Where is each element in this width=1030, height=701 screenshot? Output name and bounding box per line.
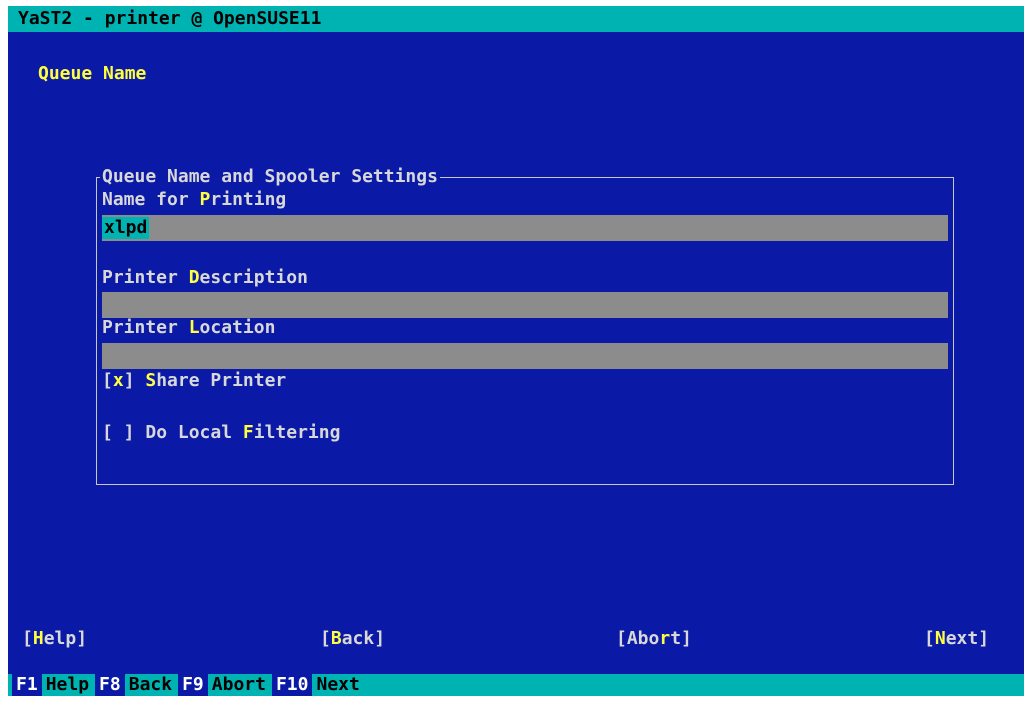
label-text: Name for <box>102 189 200 210</box>
back-button[interactable]: [Back] <box>320 628 385 650</box>
button-hotkey: H <box>32 628 44 649</box>
button-bracket: [ <box>320 628 331 649</box>
terminal-screen: YaST2 - printer @ OpenSUSE11 Queue Name … <box>8 6 1024 696</box>
label-hotkey: L <box>188 317 200 338</box>
fkey-f1[interactable]: F1 <box>12 674 42 696</box>
printer-description-label: Printer Description <box>102 267 308 289</box>
checkbox-mark: x <box>112 370 124 391</box>
fkey-f1-label: Help <box>45 674 90 695</box>
label-text: ocation <box>199 317 276 338</box>
label-text: rinting <box>210 189 287 210</box>
fkey-f10-label: Next <box>316 674 360 695</box>
help-button[interactable]: [Help] <box>22 628 87 650</box>
checkbox-hotkey: F <box>242 422 254 443</box>
name-for-printing-label: Name for Printing <box>102 189 286 211</box>
button-hotkey: r <box>659 628 671 649</box>
fkey-f8[interactable]: F8 <box>95 674 125 696</box>
printer-location-input[interactable] <box>102 343 948 369</box>
local-filtering-checkbox[interactable]: [ ] Do Local Filtering <box>102 422 340 444</box>
fkey-f8-label: Back <box>128 674 173 695</box>
label-text: escription <box>199 267 308 288</box>
button-bracket: [ <box>22 628 33 649</box>
checkbox-label: Do Local <box>145 422 243 443</box>
button-hotkey: N <box>934 628 946 649</box>
button-text: [Abo <box>616 628 660 649</box>
button-text: t] <box>670 628 692 649</box>
fkey-f9[interactable]: F9 <box>178 674 208 696</box>
window-title: YaST2 - printer @ OpenSUSE11 <box>8 6 1024 32</box>
name-for-printing-input[interactable]: xlpd <box>102 215 948 241</box>
button-text: ack] <box>341 628 386 649</box>
settings-frame-title: Queue Name and Spooler Settings <box>100 166 440 188</box>
abort-button[interactable]: [Abort] <box>616 628 692 650</box>
button-bracket: [ <box>924 628 935 649</box>
checkbox-hotkey: S <box>145 370 157 391</box>
label-text: Printer <box>102 317 189 338</box>
printer-description-input[interactable] <box>102 292 948 318</box>
printer-location-label: Printer Location <box>102 317 275 339</box>
checkbox-label: hare Printer <box>156 370 287 391</box>
label-text: Printer <box>102 267 189 288</box>
checkbox-box: [ ] <box>102 422 135 443</box>
dialog-heading: Queue Name <box>38 63 147 84</box>
checkbox-label: iltering <box>253 422 341 443</box>
share-printer-checkbox[interactable]: [x] Share Printer <box>102 370 286 392</box>
button-text: ext] <box>945 628 990 649</box>
name-for-printing-value[interactable]: xlpd <box>102 217 150 239</box>
function-key-bar: F1 Help F8 Back F9 Abort F10 Next <box>8 674 1024 696</box>
label-hotkey: D <box>188 267 200 288</box>
next-button[interactable]: [Next] <box>924 628 989 650</box>
fkey-f10[interactable]: F10 <box>271 674 313 696</box>
checkbox-box: [x] <box>102 370 135 391</box>
fkey-f9-label: Abort <box>211 674 266 695</box>
button-text: elp] <box>43 628 88 649</box>
button-hotkey: B <box>330 628 342 649</box>
label-hotkey: P <box>199 189 211 210</box>
